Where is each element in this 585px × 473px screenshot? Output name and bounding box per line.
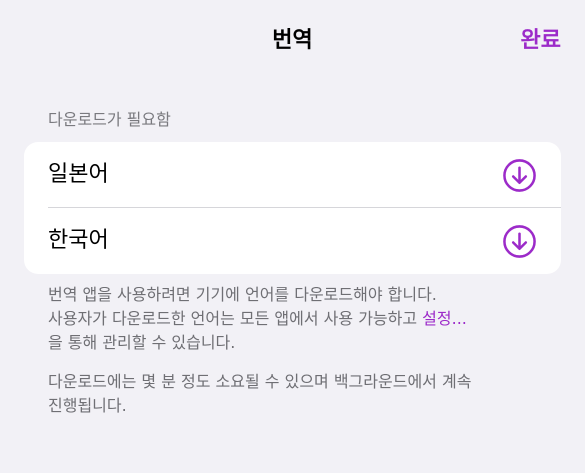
language-label: 일본어 xyxy=(48,162,109,187)
settings-link[interactable]: 설정... xyxy=(422,309,467,328)
footer-line: 진행됩니다. xyxy=(48,396,127,415)
page-title: 번역 xyxy=(272,28,313,53)
language-row-japanese[interactable]: 일본어 xyxy=(24,142,561,208)
footer-line: 을 통해 관리할 수 있습니다. xyxy=(48,333,236,352)
language-row-korean[interactable]: 한국어 xyxy=(24,208,561,274)
navigation-bar: 번역 완료 xyxy=(0,0,585,84)
done-button[interactable]: 완료 xyxy=(521,26,561,56)
footer-text: 사용자가 다운로드한 언어는 모든 앱에서 사용 가능하고 xyxy=(48,309,423,328)
footer-line: 사용자가 다운로드한 언어는 모든 앱에서 사용 가능하고 설정... xyxy=(48,307,548,331)
section-header-download-required: 다운로드가 필요함 xyxy=(48,110,171,129)
footer-description: 번역 앱을 사용하려면 기기에 언어를 다운로드해야 합니다. 사용자가 다운로… xyxy=(48,283,548,355)
language-label: 한국어 xyxy=(48,228,109,253)
footer-line: 번역 앱을 사용하려면 기기에 언어를 다운로드해야 합니다. xyxy=(48,285,437,304)
download-icon[interactable] xyxy=(502,158,537,193)
language-list: 일본어 한국어 xyxy=(24,142,561,274)
footer-note: 다운로드에는 몇 분 정도 소요될 수 있으며 백그라운드에서 계속 진행됩니다… xyxy=(48,370,548,418)
footer-line: 다운로드에는 몇 분 정도 소요될 수 있으며 백그라운드에서 계속 xyxy=(48,372,472,391)
download-icon[interactable] xyxy=(502,224,537,259)
